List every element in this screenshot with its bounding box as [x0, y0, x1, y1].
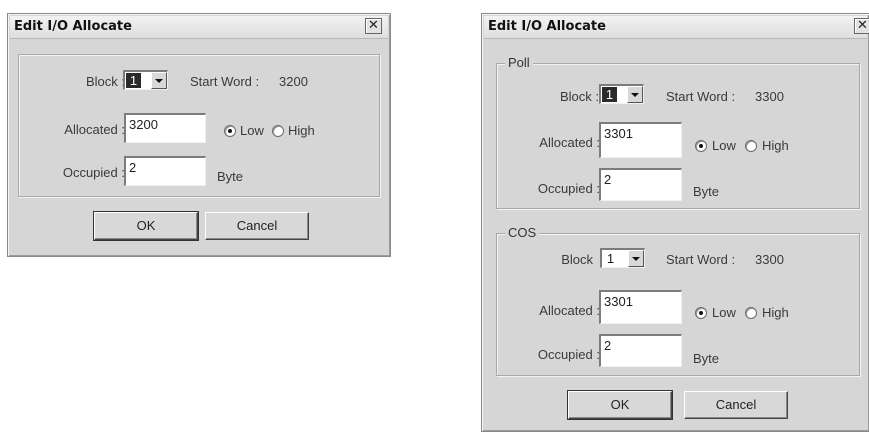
poll-high-radio-label[interactable]: High — [762, 138, 789, 153]
block-label: Block : — [85, 74, 125, 89]
cos-low-radio[interactable] — [695, 307, 707, 319]
cos-occupied-input[interactable]: 2 — [599, 334, 682, 367]
cos-occupied-label: Occupied : — [537, 347, 600, 362]
allocated-input[interactable]: 3200 — [124, 113, 206, 143]
poll-allocated-input[interactable]: 3301 — [599, 122, 682, 158]
cos-byte-unit-label: Byte — [693, 351, 720, 366]
cancel-button[interactable]: Cancel — [205, 212, 309, 240]
high-radio-label[interactable]: High — [288, 123, 315, 138]
cos-start-word-label: Start Word : — [666, 252, 736, 267]
cos-allocated-input[interactable]: 3301 — [599, 290, 682, 324]
block-dropdown[interactable]: 1 — [123, 70, 168, 90]
dialog-title: Edit I/O Allocate — [488, 19, 606, 34]
poll-start-word-label: Start Word : — [666, 89, 736, 104]
chevron-down-icon[interactable] — [627, 86, 643, 103]
cos-group-legend: COS — [505, 225, 540, 240]
edit-io-allocate-dialog-2: Edit I/O Allocate ✕ Poll Block : 1 Start… — [481, 13, 869, 432]
dialog-title: Edit I/O Allocate — [14, 19, 132, 34]
poll-high-radio[interactable] — [745, 140, 757, 152]
chevron-down-icon[interactable] — [151, 72, 167, 89]
title-bar: Edit I/O Allocate ✕ — [10, 16, 388, 39]
title-bar: Edit I/O Allocate ✕ — [484, 16, 869, 39]
poll-group-legend: Poll — [505, 55, 533, 70]
start-word-label: Start Word : — [190, 74, 260, 89]
poll-occupied-label: Occupied : — [537, 181, 600, 196]
poll-block-label: Block : — [559, 89, 599, 104]
cos-start-word-value: 3300 — [755, 252, 784, 267]
cos-low-radio-label[interactable]: Low — [712, 305, 736, 320]
close-icon: ✕ — [368, 18, 379, 33]
high-radio[interactable] — [272, 125, 284, 137]
low-radio-label[interactable]: Low — [240, 123, 264, 138]
poll-block-dropdown-value: 1 — [602, 87, 617, 102]
allocated-label: Allocated : — [64, 122, 125, 137]
ok-button[interactable]: OK — [567, 390, 673, 420]
occupied-input[interactable]: 2 — [124, 156, 206, 186]
poll-occupied-input[interactable]: 2 — [599, 168, 682, 201]
close-button[interactable]: ✕ — [365, 18, 382, 34]
cos-high-radio-label[interactable]: High — [762, 305, 789, 320]
poll-low-radio[interactable] — [695, 140, 707, 152]
ok-button[interactable]: OK — [93, 211, 199, 241]
poll-allocated-label: Allocated : — [539, 135, 600, 150]
block-dropdown-value: 1 — [126, 73, 141, 88]
byte-unit-label: Byte — [217, 169, 244, 184]
poll-start-word-value: 3300 — [755, 89, 784, 104]
close-button[interactable]: ✕ — [854, 18, 869, 34]
cos-block-label: Block — [561, 252, 593, 267]
edit-io-allocate-dialog-1: Edit I/O Allocate ✕ Block : 1 Start Word… — [7, 13, 391, 257]
poll-byte-unit-label: Byte — [693, 184, 720, 199]
close-icon: ✕ — [857, 18, 868, 33]
cos-block-dropdown-value: 1 — [606, 251, 615, 266]
start-word-value: 3200 — [279, 74, 308, 89]
cancel-button[interactable]: Cancel — [684, 391, 788, 419]
low-radio[interactable] — [224, 125, 236, 137]
cos-high-radio[interactable] — [745, 307, 757, 319]
cos-allocated-label: Allocated : — [539, 303, 600, 318]
poll-low-radio-label[interactable]: Low — [712, 138, 736, 153]
chevron-down-icon[interactable] — [628, 250, 644, 267]
poll-block-dropdown[interactable]: 1 — [599, 84, 644, 104]
cos-block-dropdown[interactable]: 1 — [600, 248, 645, 268]
occupied-label: Occupied : — [62, 165, 125, 180]
